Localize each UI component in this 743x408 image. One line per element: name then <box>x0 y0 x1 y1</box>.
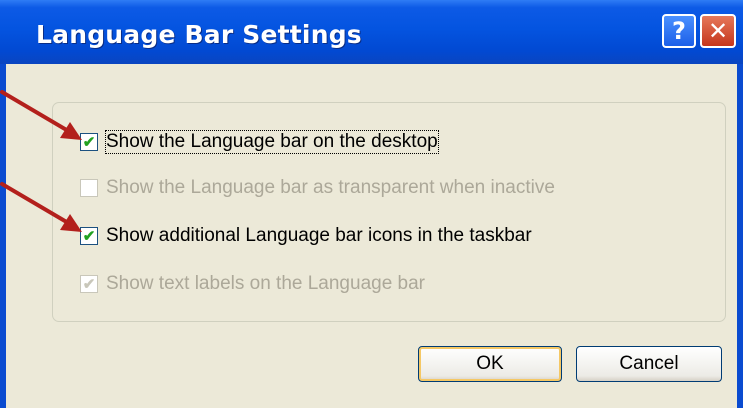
checkbox-text-labels[interactable]: ✔ <box>80 275 98 293</box>
cancel-button-label: Cancel <box>619 353 679 374</box>
cancel-button[interactable]: Cancel <box>576 346 722 382</box>
dialog-body: ✔ Show the Language bar on the desktop S… <box>6 64 737 408</box>
close-icon: ✕ <box>707 17 729 45</box>
help-button[interactable]: ? <box>662 14 696 48</box>
close-button[interactable]: ✕ <box>700 14 736 48</box>
annotation-arrow-icon <box>0 182 82 232</box>
ok-button[interactable]: OK <box>418 346 562 382</box>
annotation-arrow-icon <box>0 90 82 140</box>
option-label: Show the Language bar as transparent whe… <box>106 177 555 198</box>
option-transparent-inactive[interactable]: Show the Language bar as transparent whe… <box>80 173 555 203</box>
ok-button-label: OK <box>476 353 504 374</box>
help-icon: ? <box>672 17 686 45</box>
option-additional-icons[interactable]: ✔ Show additional Language bar icons in … <box>80 221 532 251</box>
option-text-labels[interactable]: ✔ Show text labels on the Language bar <box>80 269 425 299</box>
language-bar-settings-dialog: Language Bar Settings ? ✕ ✔ Show the Lan… <box>0 0 743 408</box>
option-label: Show the Language bar on the desktop <box>105 130 439 154</box>
dialog-title: Language Bar Settings <box>36 20 362 49</box>
title-bar[interactable]: Language Bar Settings ? ✕ <box>0 0 743 64</box>
option-label: Show text labels on the Language bar <box>106 273 426 294</box>
option-label: Show additional Language bar icons in th… <box>106 225 532 246</box>
option-show-on-desktop[interactable]: ✔ Show the Language bar on the desktop <box>80 127 439 157</box>
